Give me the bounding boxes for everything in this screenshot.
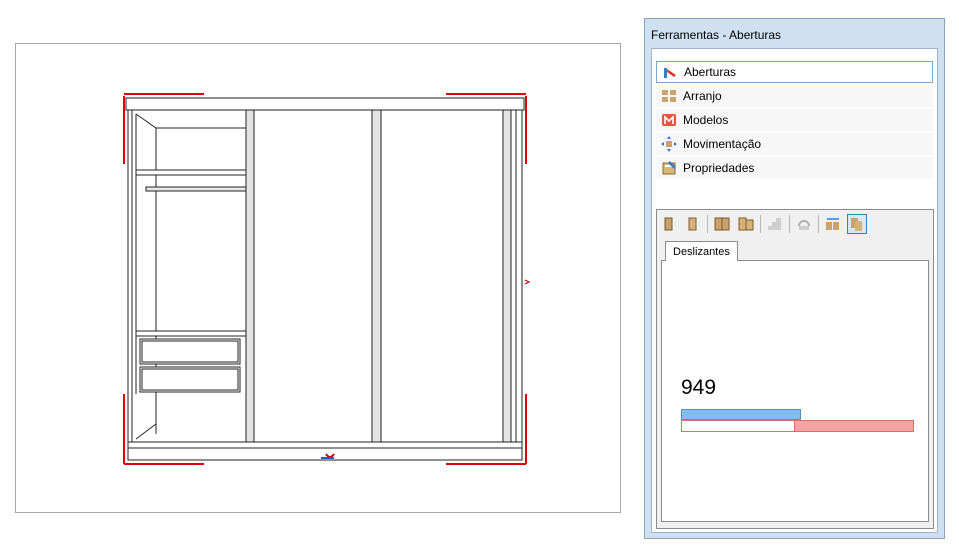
toolbar-separator [760, 215, 761, 233]
toolbar-separator [818, 215, 819, 233]
door-preview-bar-right [794, 420, 914, 432]
menu-item-propriedades[interactable]: Propriedades [656, 157, 933, 179]
modelos-icon [661, 112, 677, 128]
door-preview-bar-left [681, 420, 795, 432]
toolbar [659, 212, 929, 236]
menu-item-movimentacao[interactable]: Movimentação [656, 133, 933, 155]
door-preview-bar-front [681, 409, 801, 420]
drawing-viewport[interactable] [15, 43, 621, 513]
window-title: Ferramentas - Aberturas [651, 28, 782, 42]
aberturas-panel: Deslizantes 949 [656, 209, 934, 529]
rotate-icon[interactable] [794, 214, 814, 234]
toolbar-separator [707, 215, 708, 233]
menu-item-modelos[interactable]: Modelos [656, 109, 933, 131]
propriedades-icon [661, 160, 677, 176]
door-double-icon[interactable] [712, 214, 732, 234]
menu-item-label: Propriedades [683, 161, 755, 175]
menu-item-label: Modelos [683, 113, 729, 127]
menu-item-label: Arranjo [683, 89, 722, 103]
arranjo-icon [661, 88, 677, 104]
door-single-icon[interactable] [659, 214, 679, 234]
tab-deslizantes[interactable]: Deslizantes [665, 241, 738, 261]
tab-content: 949 [661, 260, 929, 522]
movimentacao-icon [661, 136, 677, 152]
sliding-icon[interactable] [823, 214, 843, 234]
door-double-alt-icon[interactable] [736, 214, 756, 234]
tools-panel: Aberturas Arranjo Modelos Movimentação P [651, 48, 938, 533]
toolbar-separator [789, 215, 790, 233]
sliding-selected-icon[interactable] [847, 214, 867, 234]
wardrobe-drawing [123, 93, 531, 465]
stairs-icon[interactable] [765, 214, 785, 234]
door-single-alt-icon[interactable] [683, 214, 703, 234]
width-measure: 949 [681, 376, 717, 399]
menu-item-aberturas[interactable]: Aberturas [656, 61, 933, 83]
menu-item-label: Movimentação [683, 137, 762, 151]
menu-item-label: Aberturas [684, 65, 737, 79]
tools-window: Ferramentas - Aberturas Aberturas Arranj… [644, 18, 945, 539]
aberturas-icon [662, 64, 678, 80]
menu-item-arranjo[interactable]: Arranjo [656, 85, 933, 107]
